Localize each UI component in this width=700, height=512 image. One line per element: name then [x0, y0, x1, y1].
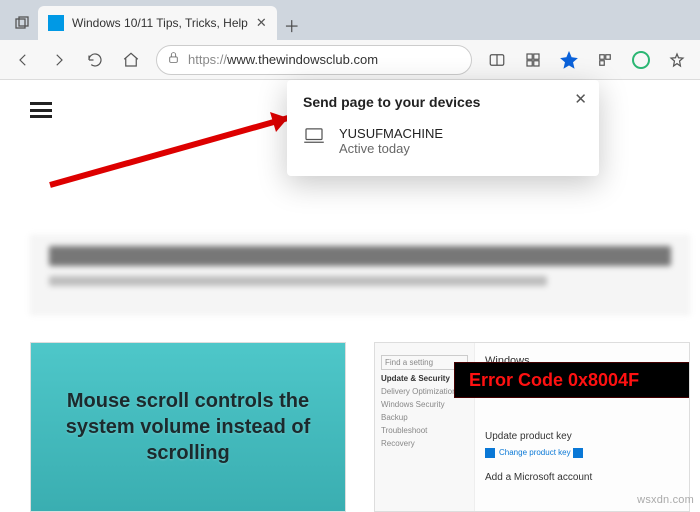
lock-icon — [167, 51, 180, 69]
new-tab-button[interactable]: ＋ — [277, 10, 307, 40]
article-card-title: Mouse scroll controls the system volume … — [31, 388, 345, 466]
favorite-button[interactable] — [552, 43, 586, 77]
blurred-content-block — [30, 235, 690, 315]
popup-close-button[interactable]: ✕ — [574, 90, 587, 108]
tab-overview-button[interactable] — [6, 8, 38, 40]
popup-title: Send page to your devices — [303, 94, 583, 110]
laptop-icon — [303, 128, 325, 144]
collections-button[interactable] — [516, 43, 550, 77]
device-name: YUSUFMACHINE — [339, 126, 443, 141]
favorites-bar-button[interactable] — [660, 43, 694, 77]
refresh-button[interactable] — [78, 43, 112, 77]
error-code-banner: Error Code 0x8004F — [455, 363, 689, 397]
article-card-error-code[interactable]: Find a setting Update & Security Deliver… — [374, 342, 690, 512]
favicon-icon — [48, 15, 64, 31]
url-text: https://www.thewindowsclub.com — [188, 52, 461, 67]
tab-title: Windows 10/11 Tips, Tricks, Help — [72, 16, 248, 30]
send-to-devices-popup: Send page to your devices ✕ YUSUFMACHINE… — [287, 80, 599, 176]
extensions-button[interactable] — [588, 43, 622, 77]
grammarly-extension-icon[interactable] — [624, 43, 658, 77]
device-status: Active today — [339, 141, 443, 156]
browser-tab[interactable]: Windows 10/11 Tips, Tricks, Help ✕ — [38, 6, 277, 40]
watermark: wsxdn.com — [637, 494, 694, 506]
reader-mode-button[interactable] — [480, 43, 514, 77]
forward-button[interactable] — [42, 43, 76, 77]
tab-close-button[interactable]: ✕ — [256, 15, 267, 31]
home-button[interactable] — [114, 43, 148, 77]
article-card-mouse-scroll[interactable]: Mouse scroll controls the system volume … — [30, 342, 346, 512]
annotation-arrow — [40, 90, 310, 190]
address-bar[interactable]: https://www.thewindowsclub.com — [156, 45, 472, 75]
back-button[interactable] — [6, 43, 40, 77]
device-item[interactable]: YUSUFMACHINE Active today — [303, 126, 583, 162]
